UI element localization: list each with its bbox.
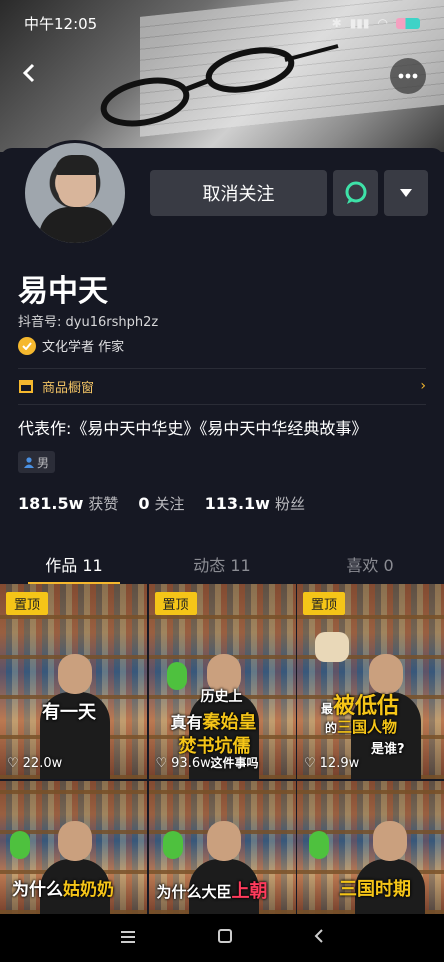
menu-icon[interactable]: [120, 929, 136, 948]
like-count: ♡ 22.0w: [7, 756, 63, 771]
pig-sticker: [315, 632, 349, 662]
heart-icon: ♡: [304, 756, 316, 771]
chevron-right-icon: ›: [420, 378, 426, 394]
parrot-sticker: [166, 662, 187, 690]
back-button[interactable]: [14, 58, 44, 88]
video-thumbnail[interactable]: 三国时期: [297, 781, 444, 914]
pinned-badge: 置顶: [303, 592, 346, 615]
heart-icon: ♡: [155, 756, 168, 771]
verification-row: 文化学者 作家: [18, 336, 124, 355]
back-icon[interactable]: [314, 928, 324, 948]
recommend-dropdown-button[interactable]: [384, 170, 428, 216]
status-bar: 中午12:05 ✱ ▮▮▮ ◠: [0, 0, 444, 46]
likes-stat[interactable]: 181.5w 获赞: [18, 493, 118, 514]
message-button[interactable]: [333, 170, 378, 216]
divider: [18, 404, 426, 405]
status-time: 中午12:05: [24, 14, 98, 33]
verified-badge-icon: [18, 336, 36, 355]
video-grid: 置顶 有一天 ♡ 22.0w 置顶 历史上 真有秦始皇 焚书坑儒 这件事吗 ♡ 93…: [0, 584, 444, 914]
profile-name: 易中天: [18, 274, 108, 309]
video-thumbnail[interactable]: 为什么大臣上朝: [148, 781, 296, 914]
verification-text: 文化学者 作家: [42, 340, 125, 355]
following-stat[interactable]: 0 关注: [138, 493, 184, 514]
pinned-badge: 置顶: [154, 592, 197, 615]
wifi-icon: ◠: [377, 16, 388, 30]
banner-glasses-image: [100, 44, 339, 127]
parrot-sticker: [162, 831, 183, 859]
douyin-id[interactable]: 抖音号: dyu16rshph2z: [18, 311, 158, 330]
profile-stats: 181.5w 获赞 0 关注 113.1w 粉丝: [18, 493, 305, 514]
divider: [18, 368, 426, 369]
person-icon: [24, 456, 34, 468]
video-thumbnail[interactable]: 为什么姑奶奶: [0, 781, 147, 914]
tab-likes[interactable]: 喜欢 0: [296, 540, 444, 584]
signal-icon: ▮▮▮: [349, 16, 370, 30]
chevron-left-icon: [22, 63, 35, 83]
bluetooth-icon: ✱: [331, 16, 342, 30]
tab-updates[interactable]: 动态 11: [148, 540, 296, 584]
unfollow-button[interactable]: 取消关注: [150, 170, 327, 216]
shop-window-label: 商品橱窗: [42, 380, 95, 396]
status-icons: ✱ ▮▮▮ ◠: [332, 16, 420, 30]
battery-icon: [396, 17, 420, 29]
like-count: ♡ 12.9w: [304, 756, 360, 771]
chat-bubble-icon: [345, 181, 366, 204]
shop-window-row[interactable]: 商品橱窗 ›: [18, 372, 426, 400]
more-options-button[interactable]: [390, 58, 426, 94]
parrot-sticker: [309, 831, 329, 859]
profile-signature: 代表作:《易中天中华史》《易中天中华经典故事》: [18, 419, 368, 438]
video-thumbnail[interactable]: 置顶 最被低估 的三国人物 是谁? ♡ 12.9w: [297, 584, 444, 779]
system-nav-bar: [0, 914, 444, 962]
tab-works[interactable]: 作品 11: [0, 540, 148, 584]
like-count: ♡ 93.6w: [155, 756, 211, 771]
gender-tag: 男: [18, 451, 56, 473]
parrot-sticker: [10, 831, 30, 859]
store-icon: [19, 380, 33, 393]
video-thumbnail[interactable]: 置顶 有一天 ♡ 22.0w: [0, 584, 147, 779]
pinned-badge: 置顶: [6, 592, 49, 615]
video-caption: 有一天: [42, 702, 96, 723]
more-dots-icon: [398, 73, 418, 79]
profile-section: 取消关注 易中天 抖音号: dyu16rshph2z 文化学者 作家 商品橱窗 …: [0, 140, 444, 578]
avatar[interactable]: [22, 140, 128, 246]
followers-stat[interactable]: 113.1w 粉丝: [205, 493, 305, 514]
heart-icon: ♡: [7, 756, 19, 771]
home-icon[interactable]: [217, 928, 233, 948]
caret-down-icon: [400, 189, 412, 197]
video-thumbnail[interactable]: 置顶 历史上 真有秦始皇 焚书坑儒 这件事吗 ♡ 93.6w: [148, 584, 296, 779]
content-tabs: 作品 11 动态 11 喜欢 0: [0, 540, 444, 584]
